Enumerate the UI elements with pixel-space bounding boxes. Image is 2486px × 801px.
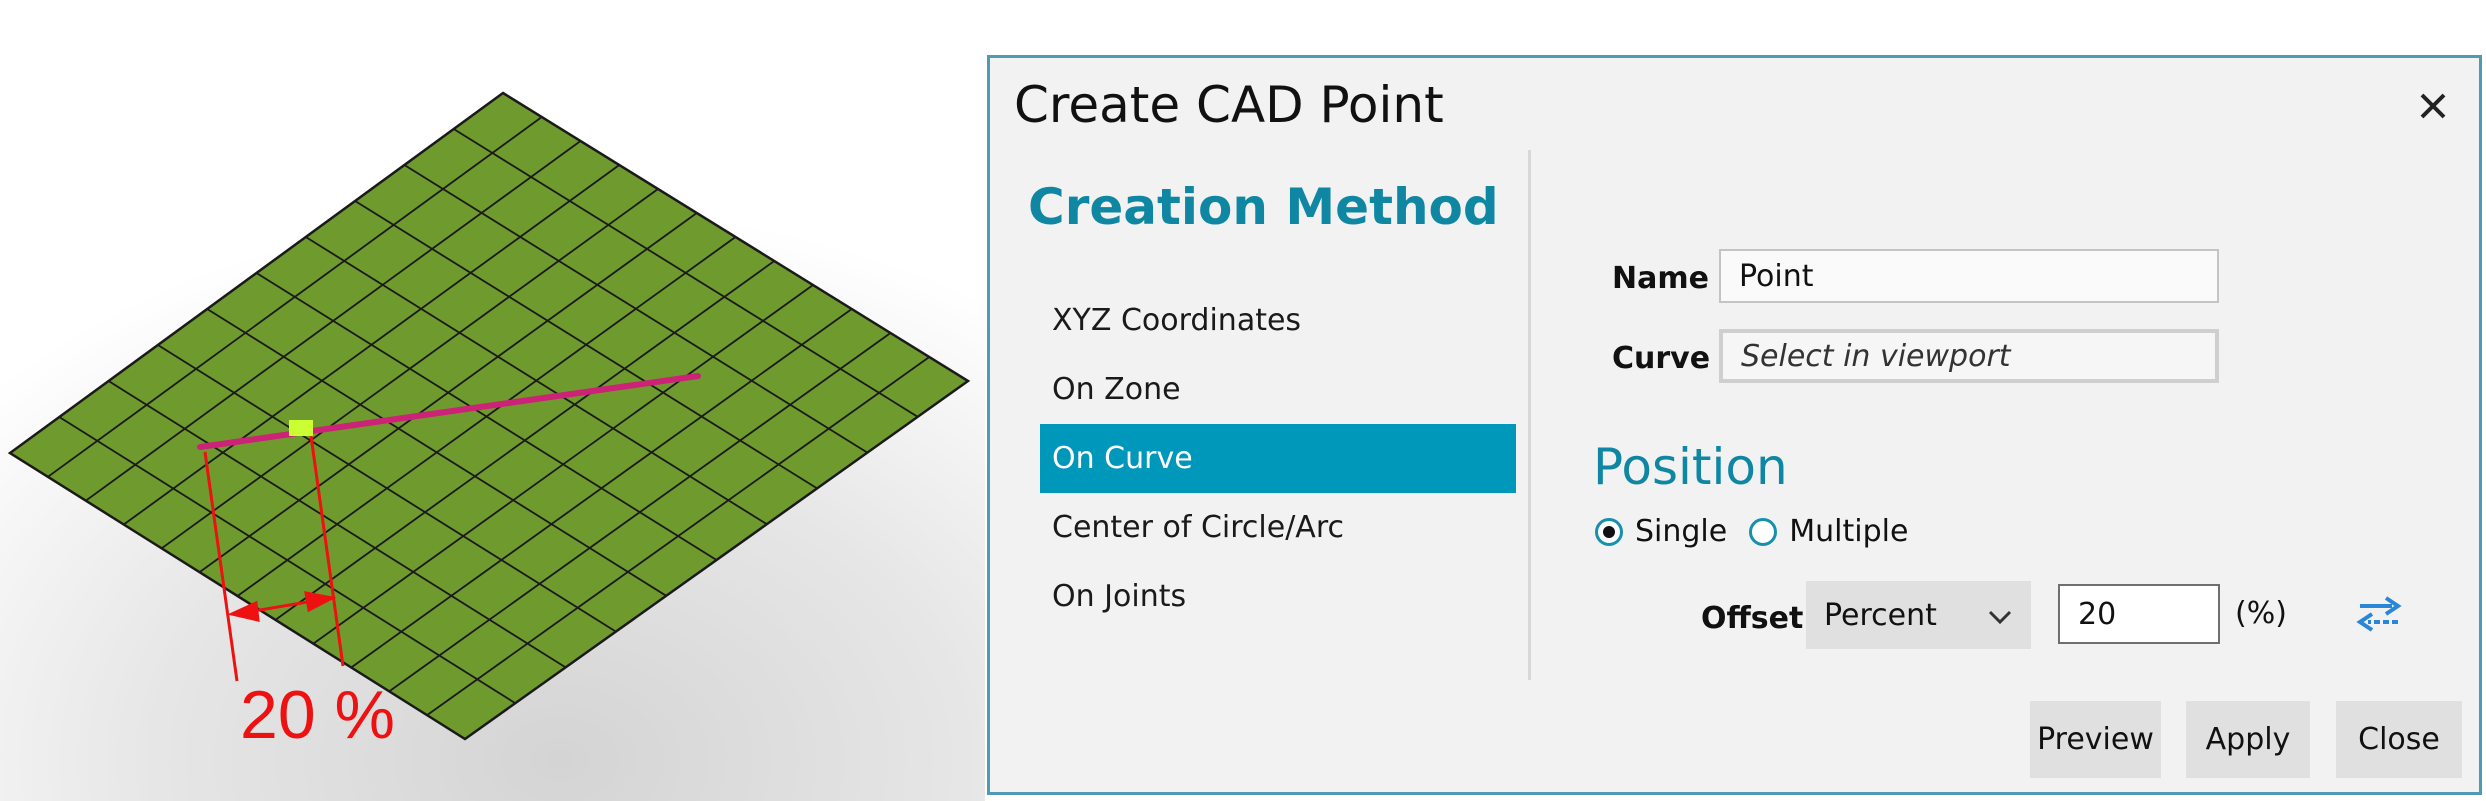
radio-multiple-circle[interactable] bbox=[1749, 517, 1778, 546]
panel-divider bbox=[1528, 150, 1531, 680]
point-marker bbox=[289, 420, 313, 436]
curve-label: Curve bbox=[1612, 341, 1711, 376]
method-center-of-circle-arc[interactable]: Center of Circle/Arc bbox=[1040, 493, 1516, 562]
swap-direction-icon[interactable] bbox=[2356, 594, 2402, 634]
creation-method-heading: Creation Method bbox=[1028, 178, 1499, 236]
offset-label: Offset bbox=[1701, 601, 1804, 636]
method-on-curve[interactable]: On Curve bbox=[1040, 424, 1516, 493]
dialog-title: Create CAD Point bbox=[1014, 76, 1444, 134]
name-label: Name bbox=[1612, 261, 1709, 296]
close-button[interactable]: Close bbox=[2336, 701, 2462, 778]
offset-unit: (%) bbox=[2235, 596, 2287, 631]
radio-single-label: Single bbox=[1635, 514, 1728, 549]
curve-selection-input[interactable]: Select in viewport bbox=[1719, 329, 2219, 383]
method-on-zone[interactable]: On Zone bbox=[1040, 355, 1516, 424]
method-on-joints[interactable]: On Joints bbox=[1040, 562, 1516, 631]
offset-value-input[interactable]: 20 bbox=[2058, 584, 2220, 644]
name-input[interactable]: Point bbox=[1719, 249, 2219, 303]
offset-mode-select[interactable]: Percent bbox=[1806, 581, 2031, 649]
method-xyz-coordinates[interactable]: XYZ Coordinates bbox=[1040, 286, 1516, 355]
radio-multiple[interactable]: Multiple bbox=[1749, 514, 1908, 549]
chevron-down-icon bbox=[1987, 598, 2013, 633]
plate-face bbox=[7, 91, 971, 741]
close-icon[interactable] bbox=[2407, 80, 2459, 132]
position-mode-radio-group: Single Multiple bbox=[1595, 514, 1930, 549]
viewport[interactable]: 20 % bbox=[0, 0, 985, 801]
radio-multiple-label: Multiple bbox=[1789, 514, 1909, 549]
apply-button[interactable]: Apply bbox=[2186, 701, 2310, 778]
radio-single[interactable]: Single bbox=[1595, 514, 1727, 549]
radio-single-circle[interactable] bbox=[1595, 517, 1623, 546]
plate-surface[interactable] bbox=[0, 0, 985, 801]
mesh-grid bbox=[7, 91, 971, 741]
offset-mode-value: Percent bbox=[1824, 597, 1937, 633]
preview-button[interactable]: Preview bbox=[2030, 701, 2161, 778]
offset-annotation-label: 20 % bbox=[240, 677, 395, 753]
creation-method-list: XYZ Coordinates On Zone On Curve Center … bbox=[1040, 286, 1516, 631]
create-cad-point-dialog: Create CAD Point Creation Method XYZ Coo… bbox=[987, 55, 2482, 795]
position-heading: Position bbox=[1593, 438, 1788, 496]
